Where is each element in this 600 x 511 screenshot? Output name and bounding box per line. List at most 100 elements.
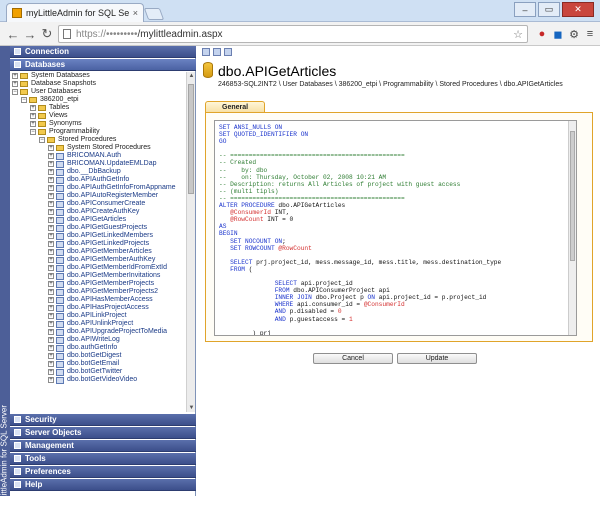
tree-item[interactable]: + dbo.APIGetMemberAuthKey (12, 256, 184, 264)
tree-item[interactable]: + dbo.APIHasMemberAccess (12, 296, 184, 304)
new-icon[interactable] (202, 48, 210, 56)
tree-item[interactable]: + dbo.APIHasProjectAccess (12, 304, 184, 312)
tree-item[interactable]: − User Databases (12, 88, 184, 96)
bookmark-star-icon[interactable]: ☆ (513, 28, 523, 41)
save-icon[interactable] (213, 48, 221, 56)
sidebar-header-management[interactable]: Management (10, 440, 196, 452)
tree-item[interactable]: + dbo.APIGetMemberInvitations (12, 272, 184, 280)
expand-toggle-icon[interactable]: + (48, 209, 54, 215)
tree-item[interactable]: + Tables (12, 104, 184, 112)
expand-toggle-icon[interactable]: + (48, 289, 54, 295)
expand-toggle-icon[interactable]: + (30, 105, 36, 111)
expand-toggle-icon[interactable]: + (48, 241, 54, 247)
tree-item[interactable]: − 386200_etpi (12, 96, 184, 104)
tree-item[interactable]: + dbo.APIGetMemberProjects2 (12, 288, 184, 296)
scroll-thumb[interactable] (188, 84, 194, 194)
expand-toggle-icon[interactable]: + (12, 73, 18, 79)
adblock-icon[interactable]: ● (534, 26, 550, 42)
expand-toggle-icon[interactable]: + (48, 233, 54, 239)
extension-icon[interactable]: ◼ (550, 26, 566, 42)
tree-item[interactable]: + dbo.APIUpgradeProjectToMedia (12, 328, 184, 336)
expand-toggle-icon[interactable]: − (21, 97, 27, 103)
new-tab-button[interactable] (143, 8, 165, 20)
expand-toggle-icon[interactable]: + (30, 113, 36, 119)
expand-toggle-icon[interactable]: + (48, 377, 54, 383)
tree-item[interactable]: + dbo.APIGetMemberArticles (12, 248, 184, 256)
expand-toggle-icon[interactable]: − (39, 137, 45, 143)
menu-icon[interactable]: ≡ (582, 26, 598, 42)
expand-toggle-icon[interactable]: + (48, 329, 54, 335)
tree-item[interactable]: + BRICOMAN.Auth (12, 152, 184, 160)
expand-toggle-icon[interactable]: + (48, 249, 54, 255)
window-close-button[interactable]: ✕ (562, 2, 594, 17)
expand-toggle-icon[interactable]: + (48, 297, 54, 303)
tree-item[interactable]: + dbo.__DbBackup (12, 168, 184, 176)
expand-toggle-icon[interactable]: + (48, 193, 54, 199)
sidebar-header-security[interactable]: Security (10, 414, 196, 426)
sidebar-header-server-objects[interactable]: Server Objects (10, 427, 196, 439)
expand-toggle-icon[interactable]: + (48, 225, 54, 231)
expand-toggle-icon[interactable]: − (12, 89, 18, 95)
tree-item[interactable]: + dbo.APILinkProject (12, 312, 184, 320)
tree-item[interactable]: + dbo.botGetVideoVideo (12, 376, 184, 384)
tree-item[interactable]: − Programmability (12, 128, 184, 136)
expand-toggle-icon[interactable]: + (48, 313, 54, 319)
tree-item[interactable]: + dbo.APIUnlinkProject (12, 320, 184, 328)
expand-toggle-icon[interactable]: + (48, 265, 54, 271)
sidebar-header-tools[interactable]: Tools (10, 453, 196, 465)
expand-toggle-icon[interactable]: + (48, 273, 54, 279)
browser-tab[interactable]: myLittleAdmin for SQL Se × (6, 3, 144, 22)
tree-item[interactable]: + dbo.APIGetLinkedMembers (12, 232, 184, 240)
code-scrollbar[interactable] (568, 121, 576, 335)
expand-toggle-icon[interactable]: + (48, 153, 54, 159)
sidebar-header-connection[interactable]: Connection (10, 46, 196, 58)
expand-toggle-icon[interactable]: + (48, 337, 54, 343)
expand-toggle-icon[interactable]: + (48, 145, 54, 151)
expand-toggle-icon[interactable]: + (48, 305, 54, 311)
expand-toggle-icon[interactable]: + (48, 345, 54, 351)
refresh-icon[interactable] (224, 48, 232, 56)
tree-item[interactable]: + dbo.botGetTwitter (12, 368, 184, 376)
address-bar[interactable]: https://••••••••• /mylittleadmin.aspx ☆ (58, 25, 528, 43)
scroll-up-icon[interactable]: ▲ (187, 72, 196, 80)
expand-toggle-icon[interactable]: − (30, 129, 36, 135)
back-arrow-icon[interactable]: ← (5, 26, 21, 42)
sidebar-header-help[interactable]: Help (10, 479, 196, 491)
tree-item[interactable]: + dbo.APIGetGuestProjects (12, 224, 184, 232)
sql-code-editor[interactable]: SET ANSI_NULLS ON SET QUOTED_IDENTIFIER O… (214, 120, 577, 336)
tree-item[interactable]: + dbo.botGetDigest (12, 352, 184, 360)
tree-item[interactable]: + BRICOMAN.UpdateEMLDap (12, 160, 184, 168)
tree-item[interactable]: + dbo.APIGetArticles (12, 216, 184, 224)
expand-toggle-icon[interactable]: + (48, 185, 54, 191)
code-scroll-thumb[interactable] (570, 131, 575, 261)
tree-item[interactable]: + Synonyms (12, 120, 184, 128)
tree-item[interactable]: − Stored Procedures (12, 136, 184, 144)
expand-toggle-icon[interactable]: + (48, 257, 54, 263)
tree-item[interactable]: + System Stored Procedures (12, 144, 184, 152)
tree-item[interactable]: + dbo.authGetInfo (12, 344, 184, 352)
update-button[interactable]: Update (397, 353, 477, 364)
scroll-down-icon[interactable]: ▼ (187, 404, 196, 412)
tree-item[interactable]: + dbo.APIWriteLog (12, 336, 184, 344)
expand-toggle-icon[interactable]: + (48, 281, 54, 287)
tree-item[interactable]: + Views (12, 112, 184, 120)
expand-toggle-icon[interactable]: + (48, 177, 54, 183)
expand-toggle-icon[interactable]: + (48, 353, 54, 359)
expand-toggle-icon[interactable]: + (48, 217, 54, 223)
tree-item[interactable]: + Database Snapshots (12, 80, 184, 88)
expand-toggle-icon[interactable]: + (48, 321, 54, 327)
sidebar-header-databases[interactable]: Databases (10, 59, 196, 71)
tree-item[interactable]: + dbo.APIGetMemberProjects (12, 280, 184, 288)
expand-toggle-icon[interactable]: + (48, 161, 54, 167)
cancel-button[interactable]: Cancel (313, 353, 393, 364)
tree-item[interactable]: + dbo.APIAuthGetInfo (12, 176, 184, 184)
tree-item[interactable]: + dbo.APIGetLinkedProjects (12, 240, 184, 248)
tree-item[interactable]: + dbo.APIAutoRegisterMember (12, 192, 184, 200)
expand-toggle-icon[interactable]: + (12, 81, 18, 87)
tree-item[interactable]: + dbo.APICreateAuthKey (12, 208, 184, 216)
tree-item[interactable]: + dbo.APIAuthGetInfoFromAppname (12, 184, 184, 192)
settings-gear-icon[interactable]: ⚙ (566, 26, 582, 42)
forward-arrow-icon[interactable]: → (22, 26, 38, 42)
tab-close-icon[interactable]: × (133, 8, 138, 18)
expand-toggle-icon[interactable]: + (48, 201, 54, 207)
